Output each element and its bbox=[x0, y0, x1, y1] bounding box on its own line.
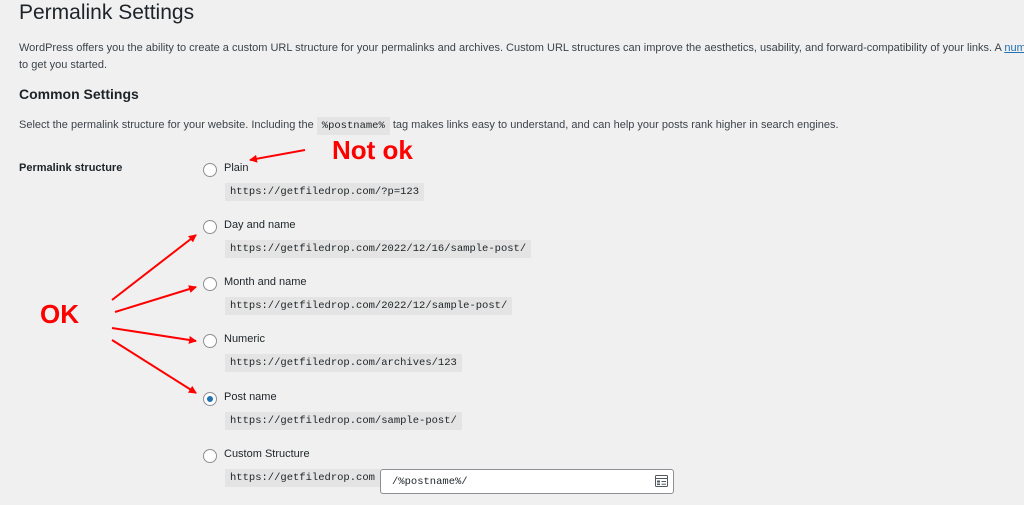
radio-post-name[interactable] bbox=[203, 392, 217, 406]
option-plain-example: https://getfiledrop.com/?p=123 bbox=[225, 183, 425, 201]
annotation-ok: OK bbox=[40, 299, 79, 329]
desc-after: tag makes links easy to understand, and … bbox=[389, 119, 839, 131]
option-plain-label[interactable]: Plain bbox=[224, 162, 248, 174]
arrow-ok-month-and-name bbox=[114, 285, 197, 313]
option-numeric-label[interactable]: Numeric bbox=[224, 333, 265, 345]
radio-plain[interactable] bbox=[203, 163, 217, 177]
radio-month-and-name[interactable] bbox=[203, 277, 217, 291]
arrow-ok-day-and-name bbox=[111, 234, 197, 301]
postname-tag: %postname% bbox=[316, 117, 390, 135]
radio-numeric[interactable] bbox=[203, 334, 217, 348]
intro-link[interactable]: numbe bbox=[1004, 42, 1024, 54]
permalink-structure-label: Permalink structure bbox=[19, 162, 123, 174]
option-post-name-label[interactable]: Post name bbox=[224, 391, 277, 403]
common-settings-description: Select the permalink structure for your … bbox=[19, 117, 839, 135]
intro-text-part1: WordPress offers you the ability to crea… bbox=[19, 42, 1005, 54]
intro-text: WordPress offers you the ability to crea… bbox=[19, 40, 1024, 74]
radio-day-and-name[interactable] bbox=[203, 220, 217, 234]
custom-structure-field[interactable] bbox=[380, 469, 674, 494]
custom-structure-input[interactable] bbox=[381, 470, 662, 493]
tag-list-icon[interactable] bbox=[655, 475, 668, 487]
option-day-and-name-example: https://getfiledrop.com/2022/12/16/sampl… bbox=[225, 240, 532, 258]
desc-before: Select the permalink structure for your … bbox=[19, 119, 317, 131]
option-month-and-name-example: https://getfiledrop.com/2022/12/sample-p… bbox=[225, 297, 513, 315]
option-month-and-name-label[interactable]: Month and name bbox=[224, 276, 307, 288]
common-settings-title: Common Settings bbox=[19, 86, 139, 102]
arrow-ok-numeric bbox=[111, 327, 197, 344]
option-day-and-name-label[interactable]: Day and name bbox=[224, 219, 296, 231]
arrow-ok-post-name bbox=[111, 339, 197, 394]
option-numeric-example: https://getfiledrop.com/archives/123 bbox=[225, 354, 462, 372]
option-custom-structure-label[interactable]: Custom Structure bbox=[224, 448, 310, 460]
intro-text-part2: to get you started. bbox=[19, 59, 108, 71]
radio-custom-structure[interactable] bbox=[203, 449, 217, 463]
custom-structure-prefix: https://getfiledrop.com bbox=[225, 469, 380, 487]
option-post-name-example: https://getfiledrop.com/sample-post/ bbox=[225, 412, 462, 430]
page-title: Permalink Settings bbox=[19, 1, 195, 24]
arrow-not-ok bbox=[249, 149, 306, 163]
annotation-not-ok: Not ok bbox=[332, 135, 413, 165]
